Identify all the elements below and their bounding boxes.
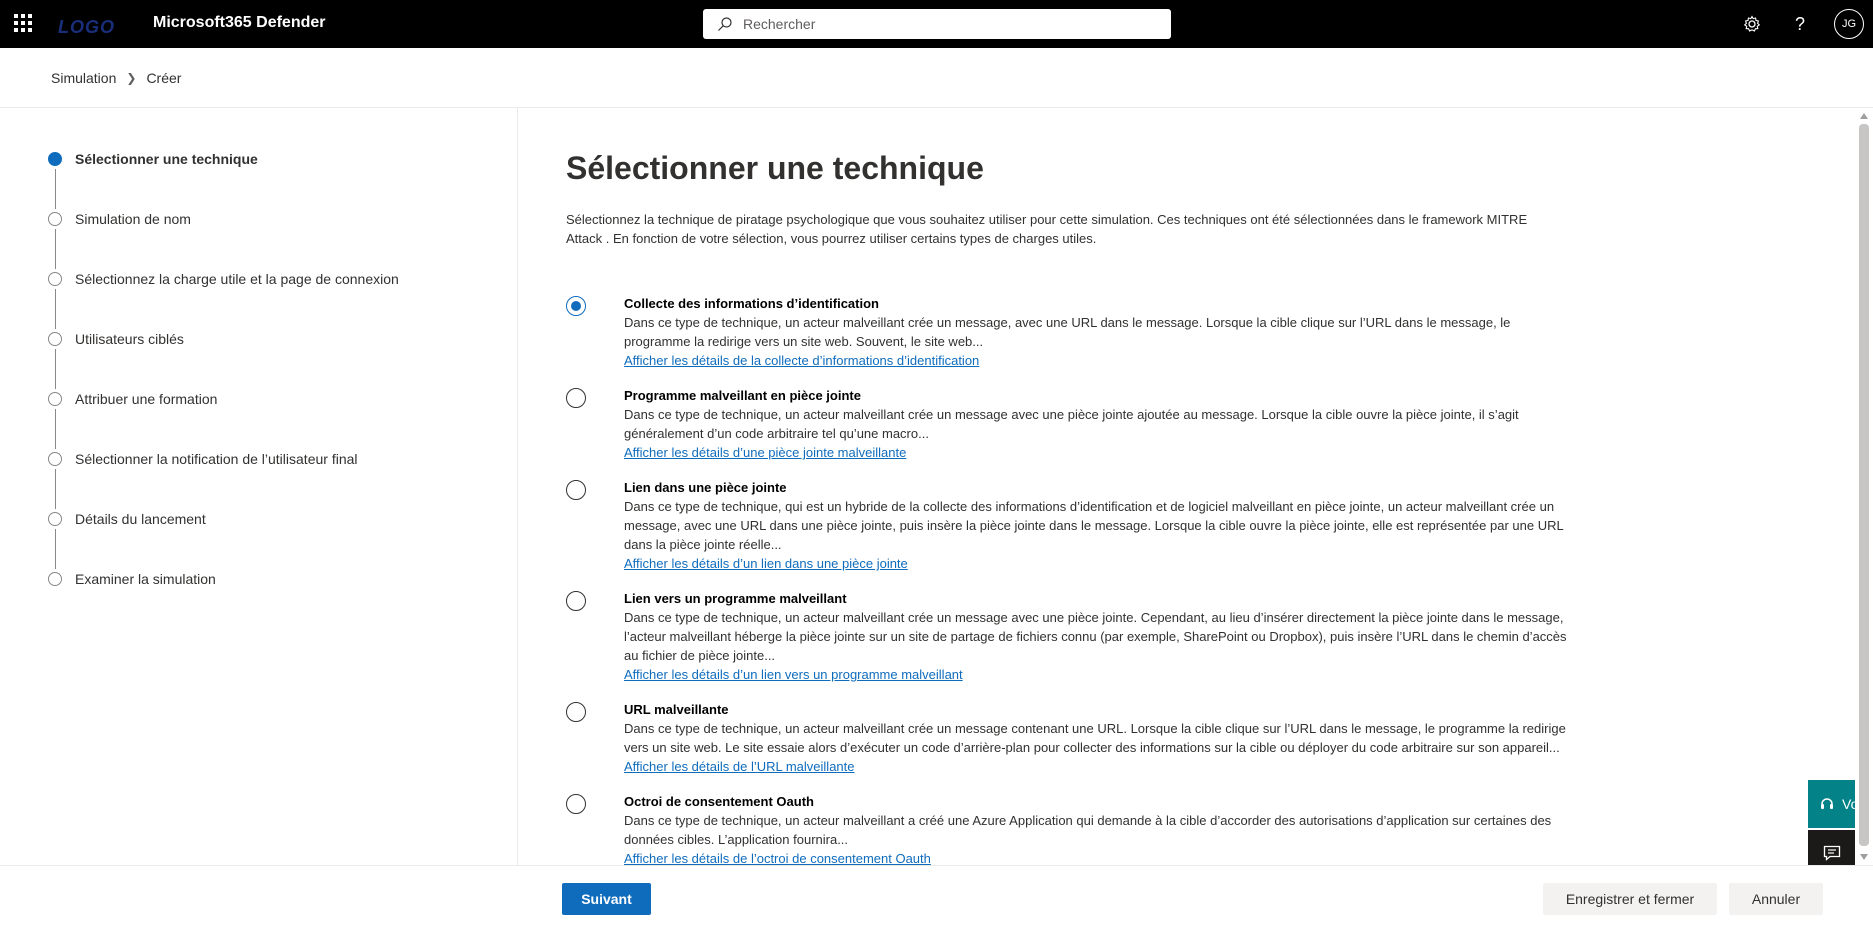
step-simulation-name[interactable]: Simulation de nom [48, 211, 399, 271]
step-target-users[interactable]: Utilisateurs ciblés [48, 331, 399, 391]
step-indicator [48, 212, 62, 226]
technique-radio[interactable] [566, 794, 586, 814]
technique-radio[interactable] [566, 480, 586, 500]
step-label: Utilisateurs ciblés [75, 331, 184, 347]
step-label: Sélectionner la notification de l’utilis… [75, 451, 358, 467]
search-icon [718, 17, 732, 31]
step-indicator [48, 452, 62, 466]
step-launch-details[interactable]: Détails du lancement [48, 511, 399, 571]
logo[interactable]: LOGO [58, 17, 115, 38]
technique-title: Collecte des informations d’identificati… [624, 296, 879, 311]
page-title: Sélectionner une technique [566, 150, 984, 186]
scrollbar[interactable] [1855, 108, 1873, 865]
technique-details-link[interactable]: Afficher les détails de la collecte d’in… [624, 351, 979, 370]
technique-option: Collecte des informations d’identificati… [566, 294, 1576, 370]
technique-details-link[interactable]: Afficher les détails d’un lien dans une … [624, 554, 908, 573]
wizard-steps-panel: Sélectionner une technique Simulation de… [0, 108, 518, 865]
search-input[interactable] [743, 16, 1163, 32]
technique-radio[interactable] [566, 591, 586, 611]
save-and-close-button[interactable]: Enregistrer et fermer [1543, 883, 1717, 915]
step-label: Attribuer une formation [75, 391, 218, 407]
step-indicator [48, 152, 62, 166]
app-name[interactable]: Microsoft365 Defender [153, 14, 326, 32]
step-connector [55, 349, 56, 389]
scroll-down-icon[interactable] [1860, 854, 1868, 860]
technique-description: Dans ce type de technique, un acteur mal… [624, 813, 1552, 847]
technique-details-link[interactable]: Afficher les détails de l’octroi de cons… [624, 849, 931, 865]
technique-title: Programme malveillant en pièce jointe [624, 388, 861, 403]
wizard-steps: Sélectionner une technique Simulation de… [48, 151, 399, 631]
technique-description: Dans ce type de technique, un acteur mal… [624, 610, 1567, 663]
technique-radio[interactable] [566, 702, 586, 722]
help-assistant-label: Vo [1842, 796, 1855, 812]
breadcrumb-item-simulation[interactable]: Simulation [51, 70, 116, 86]
step-connector [55, 229, 56, 269]
technique-details-link[interactable]: Afficher les détails d’un lien vers un p… [624, 665, 963, 684]
page-intro: Sélectionnez la technique de piratage ps… [566, 212, 1528, 246]
step-connector [55, 469, 56, 509]
technique-title: Lien dans une pièce jointe [624, 480, 787, 495]
step-indicator [48, 272, 62, 286]
technique-option: Programme malveillant en pièce jointe Da… [566, 386, 1576, 462]
step-payload-login[interactable]: Sélectionnez la charge utile et la page … [48, 271, 399, 331]
technique-description: Dans ce type de technique, un acteur mal… [624, 721, 1566, 755]
technique-description: Dans ce type de technique, un acteur mal… [624, 315, 1511, 349]
avatar[interactable]: JG [1834, 9, 1864, 39]
technique-options: Collecte des informations d’identificati… [566, 294, 1576, 865]
step-indicator [48, 572, 62, 586]
help-icon[interactable]: ? [1788, 12, 1812, 36]
wizard-footer: Suivant Enregistrer et fermer Annuler [0, 865, 1873, 929]
scroll-thumb[interactable] [1859, 124, 1869, 846]
step-indicator [48, 512, 62, 526]
gear-icon[interactable] [1740, 12, 1764, 36]
step-label: Détails du lancement [75, 511, 206, 527]
main-content: Sélectionner une technique Sélectionnez … [519, 108, 1854, 865]
technique-title: URL malveillante [624, 702, 729, 717]
step-select-technique[interactable]: Sélectionner une technique [48, 151, 399, 211]
technique-title: Lien vers un programme malveillant [624, 591, 847, 606]
technique-description: Dans ce type de technique, qui est un hy… [624, 499, 1564, 552]
technique-option: Octroi de consentement Oauth Dans ce typ… [566, 792, 1576, 865]
technique-option: URL malveillante Dans ce type de techniq… [566, 700, 1576, 776]
breadcrumb-item-create: Créer [146, 70, 182, 86]
technique-radio[interactable] [566, 296, 586, 316]
chat-icon [1823, 845, 1840, 861]
search-box[interactable] [703, 9, 1171, 39]
step-label: Sélectionnez la charge utile et la page … [75, 271, 399, 287]
step-indicator [48, 332, 62, 346]
top-bar: LOGO Microsoft365 Defender ? JG [0, 0, 1873, 48]
technique-details-link[interactable]: Afficher les détails de l’URL malveillan… [624, 757, 855, 776]
scroll-up-icon[interactable] [1860, 113, 1868, 119]
step-review-simulation[interactable]: Examiner la simulation [48, 571, 399, 631]
waffle-icon[interactable] [14, 14, 32, 32]
step-label: Examiner la simulation [75, 571, 216, 587]
step-connector [55, 289, 56, 329]
technique-option: Lien vers un programme malveillant Dans … [566, 589, 1576, 684]
step-assign-training[interactable]: Attribuer une formation [48, 391, 399, 451]
help-assistant-button[interactable]: Vo [1808, 780, 1855, 828]
headset-icon [1821, 798, 1833, 809]
next-button[interactable]: Suivant [562, 883, 651, 915]
step-label: Sélectionner une technique [75, 151, 258, 167]
step-connector [55, 409, 56, 449]
step-connector [55, 529, 56, 569]
technique-option: Lien dans une pièce jointe Dans ce type … [566, 478, 1576, 573]
step-end-user-notification[interactable]: Sélectionner la notification de l’utilis… [48, 451, 399, 511]
step-connector [55, 169, 56, 209]
step-indicator [48, 392, 62, 406]
technique-details-link[interactable]: Afficher les détails d’une pièce jointe … [624, 443, 906, 462]
technique-description: Dans ce type de technique, un acteur mal… [624, 407, 1519, 441]
chevron-right-icon: ❯ [126, 71, 137, 85]
breadcrumb: Simulation ❯ Créer [51, 70, 181, 86]
cancel-button[interactable]: Annuler [1729, 883, 1823, 915]
technique-radio[interactable] [566, 388, 586, 408]
step-label: Simulation de nom [75, 211, 191, 227]
technique-title: Octroi de consentement Oauth [624, 794, 814, 809]
